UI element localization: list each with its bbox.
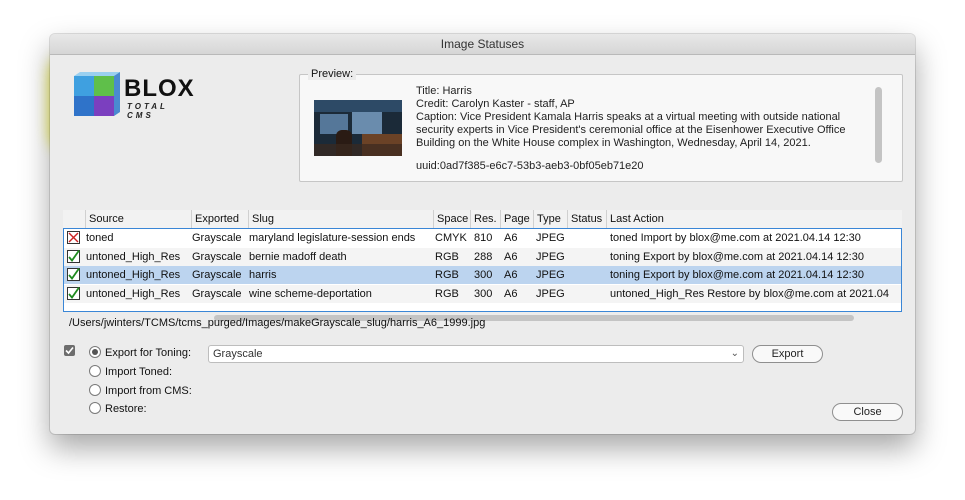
cell-exported: Grayscale: [192, 269, 242, 281]
preview-metadata: Title: Harris Credit: Carolyn Kaster - s…: [416, 85, 868, 173]
cell-page: A6: [504, 250, 518, 263]
cell-source: untoned_High_Res: [86, 269, 181, 281]
cell-source: toned: [86, 232, 114, 244]
radio-label-export-for-toning: Export for Toning:: [105, 347, 192, 359]
column-header-space[interactable]: Space: [433, 210, 469, 228]
cell-status: [569, 248, 603, 266]
radio-import-toned[interactable]: Import Toned:: [89, 364, 172, 380]
logo-subtitle: TOTAL CMS: [127, 102, 168, 120]
logo-name: BLOX: [124, 75, 195, 102]
radio-button-selected[interactable]: [89, 346, 101, 359]
export-type-value: Grayscale: [213, 348, 263, 360]
preview-scrollbar[interactable]: [875, 87, 882, 163]
radio-button[interactable]: [89, 384, 101, 397]
cell-page: A6: [504, 287, 518, 300]
cell-slug: harris: [249, 269, 277, 281]
cell-source: untoned_High_Res: [86, 250, 181, 263]
close-button[interactable]: Close: [832, 403, 903, 421]
cell-type: JPEG: [536, 269, 565, 281]
status-error-checkbox[interactable]: [67, 231, 80, 244]
cell-exported: Grayscale: [192, 232, 242, 244]
preview-panel: Title: Harris Credit: Carolyn Kaster - s…: [299, 74, 903, 182]
radio-label-import-from-cms: Import from CMS:: [105, 385, 192, 397]
preview-caption: Caption: Vice President Kamala Harris sp…: [416, 111, 846, 149]
status-ok-checkbox[interactable]: [67, 268, 80, 281]
column-header-status[interactable]: Status: [567, 210, 605, 228]
column-header-source[interactable]: Source: [85, 210, 189, 228]
cell-status: [569, 266, 603, 284]
cell-last-action: toning Export by blox@me.com at 2021.04.…: [610, 250, 864, 263]
table-row[interactable]: untoned_High_Res Grayscale harris RGB 300 A6 J…: [64, 266, 901, 284]
checkmark-icon: [68, 268, 80, 280]
chevron-down-icon: ⌄: [730, 348, 739, 359]
table-row[interactable]: untoned_High_Res Grayscale bernie madoff d…: [64, 247, 901, 266]
cell-exported: Grayscale: [192, 250, 242, 263]
cell-res: 300: [474, 269, 493, 281]
cell-res: 288: [474, 250, 493, 263]
cell-last-action: toning Export by blox@me.com at 2021.04.…: [610, 269, 864, 281]
table-header: Source Exported Slug Space Res. Page Typ…: [63, 210, 902, 229]
cell-source: untoned_High_Res: [86, 287, 181, 300]
x-mark-icon: [68, 232, 79, 243]
radio-button[interactable]: [89, 365, 101, 378]
cell-type: JPEG: [536, 232, 565, 244]
cell-type: JPEG: [536, 287, 565, 300]
export-button[interactable]: Export: [752, 345, 823, 363]
radio-export-for-toning[interactable]: Export for Toning:: [89, 345, 191, 361]
column-header-type[interactable]: Type: [533, 210, 567, 228]
cell-slug: wine scheme-deportation: [249, 287, 372, 300]
radio-label-restore: Restore:: [105, 403, 147, 415]
image-status-table: Source Exported Slug Space Res. Page Typ…: [63, 210, 902, 321]
cell-type: JPEG: [536, 250, 565, 263]
preview-legend: Preview:: [308, 68, 357, 80]
cell-last-action: toned Import by blox@me.com at 2021.04.1…: [610, 232, 861, 244]
table-row[interactable]: toned Grayscale maryland legislature-sessi…: [64, 229, 901, 247]
cell-status: [569, 285, 603, 303]
checkmark-icon: [68, 249, 80, 262]
cell-space: RGB: [435, 269, 459, 281]
preview-thumbnail: [314, 100, 402, 156]
file-path: /Users/jwinters/TCMS/tcms_purged/Images/…: [69, 317, 486, 329]
preview-credit: Credit: Carolyn Kaster - staff, AP: [416, 98, 575, 110]
blox-logo: BLOX TOTAL CMS: [72, 72, 197, 122]
cell-status: [569, 229, 603, 247]
table-body: toned Grayscale maryland legislature-sessi…: [63, 228, 902, 321]
cell-space: RGB: [435, 250, 459, 263]
status-ok-checkbox[interactable]: [67, 249, 80, 263]
preview-title: Title: Harris: [416, 85, 472, 97]
checkmark-icon: [65, 346, 74, 355]
cell-slug: bernie madoff death: [249, 250, 347, 263]
cell-res: 300: [474, 287, 493, 300]
export-enable-checkbox[interactable]: [64, 345, 75, 356]
cell-space: RGB: [435, 287, 459, 300]
checkmark-icon: [68, 286, 80, 299]
column-header-page[interactable]: Page: [500, 210, 532, 228]
table-row[interactable]: untoned_High_Res Grayscale wine scheme-dep…: [64, 284, 901, 303]
cell-last-action: untoned_High_Res Restore by blox@me.com …: [610, 287, 889, 300]
radio-import-from-cms[interactable]: Import from CMS:: [89, 383, 192, 399]
cell-res: 810: [474, 232, 493, 244]
cell-page: A6: [504, 232, 518, 244]
blox-cube-icon: [74, 72, 120, 116]
cell-space: CMYK: [435, 232, 467, 244]
radio-restore[interactable]: Restore:: [89, 401, 147, 417]
column-header-res[interactable]: Res.: [470, 210, 499, 228]
cell-slug: maryland legislature-session ends: [249, 232, 416, 244]
image-statuses-window: Image Statuses BLOX TOTAL CMS Title: Har…: [50, 34, 915, 434]
export-type-select[interactable]: Grayscale ⌄: [208, 345, 744, 363]
cell-exported: Grayscale: [192, 287, 242, 300]
radio-label-import-toned: Import Toned:: [105, 366, 173, 378]
window-title: Image Statuses: [50, 34, 915, 55]
column-header-exported[interactable]: Exported: [191, 210, 247, 228]
radio-button[interactable]: [89, 402, 101, 415]
column-header-slug[interactable]: Slug: [248, 210, 432, 228]
cell-page: A6: [504, 269, 518, 281]
preview-uuid: uuid:0ad7f385-e6c7-53b3-aeb3-0bf05eb71e2…: [416, 160, 644, 172]
status-ok-checkbox[interactable]: [67, 286, 80, 300]
column-header-last-action[interactable]: Last Action: [606, 210, 900, 228]
